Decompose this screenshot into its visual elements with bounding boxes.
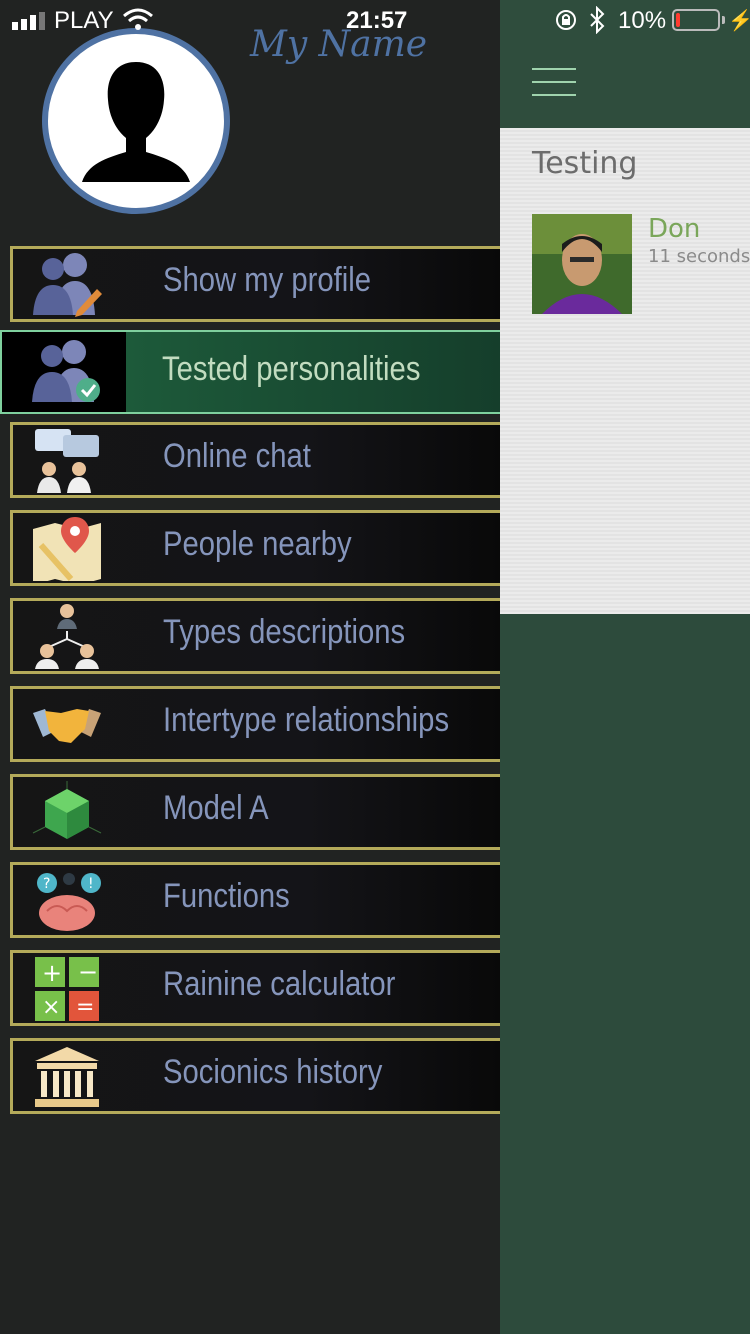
menu-label: People nearby <box>163 525 352 563</box>
menu-item-rainine-calculator[interactable]: + − × = Rainine calculator <box>10 950 500 1026</box>
menu-label: Types descriptions <box>163 613 406 651</box>
map-pin-icon <box>31 515 103 585</box>
content-panel: Testing Don 11 seconds <box>500 0 750 1334</box>
svg-text:=: = <box>76 995 94 1020</box>
menu-label: Intertype relationships <box>163 701 450 739</box>
svg-text:+: + <box>42 959 62 987</box>
avatar[interactable] <box>42 28 230 214</box>
menu-item-tested-personalities[interactable]: Tested personalities <box>0 330 500 414</box>
menu-item-functions[interactable]: ? ! Functions <box>10 862 500 938</box>
users-check-icon <box>30 338 102 404</box>
menu-item-types-descriptions[interactable]: Types descriptions <box>10 598 500 674</box>
svg-text:?: ? <box>43 876 50 892</box>
navigation-drawer: My Name Show my profile Tested personali… <box>0 0 500 1334</box>
menu-item-online-chat[interactable]: Online chat <box>10 422 500 498</box>
list-item[interactable]: Don 11 seconds <box>532 214 750 314</box>
status-bar: PLAY 21:57 10% ⚡ <box>0 0 750 40</box>
menu-label: Socionics history <box>163 1053 383 1091</box>
wifi-icon <box>123 8 153 30</box>
menu-label: Rainine calculator <box>163 965 396 1003</box>
bluetooth-icon <box>590 6 605 34</box>
battery-level <box>676 13 680 27</box>
brain-icon: ? ! <box>31 867 103 933</box>
temple-icon <box>31 1043 103 1109</box>
rotation-lock-icon <box>556 10 576 30</box>
person-time: 11 seconds <box>648 246 750 267</box>
tested-list-panel: Testing Don 11 seconds <box>500 128 750 614</box>
battery-tip <box>722 16 725 24</box>
menu-item-intertype-relationships[interactable]: Intertype relationships <box>10 686 500 762</box>
menu-label: Show my profile <box>163 261 372 299</box>
cube-icon <box>31 779 103 845</box>
menu-label: Functions <box>163 877 290 915</box>
battery-percent: 10% <box>618 7 667 34</box>
svg-text:×: × <box>42 995 60 1020</box>
person-name: Don <box>648 214 701 244</box>
svg-text:−: − <box>78 958 98 986</box>
person-silhouette-icon <box>82 62 190 182</box>
charging-bolt-icon: ⚡ <box>728 10 750 32</box>
battery-icon <box>672 9 720 31</box>
menu-item-people-nearby[interactable]: People nearby <box>10 510 500 586</box>
chat-people-icon <box>31 427 103 493</box>
hamburger-menu-icon[interactable] <box>532 66 576 98</box>
menu-label: Model A <box>163 789 269 827</box>
calculator-icon: + − × = <box>31 955 103 1021</box>
org-chart-icon <box>31 603 103 669</box>
menu-label: Tested personalities <box>162 350 421 388</box>
clock: 21:57 <box>346 7 408 34</box>
users-edit-icon <box>31 251 103 317</box>
menu-label: Online chat <box>163 437 311 475</box>
svg-text:!: ! <box>88 876 94 892</box>
signal-icon <box>12 12 45 30</box>
list-heading: Testing <box>532 146 638 181</box>
carrier-label: PLAY <box>54 7 114 34</box>
person-photo <box>532 214 632 314</box>
menu-item-model-a[interactable]: Model A <box>10 774 500 850</box>
handshake-icon <box>31 691 103 757</box>
menu-item-socionics-history[interactable]: Socionics history <box>10 1038 500 1114</box>
menu-item-show-my-profile[interactable]: Show my profile <box>10 246 500 322</box>
